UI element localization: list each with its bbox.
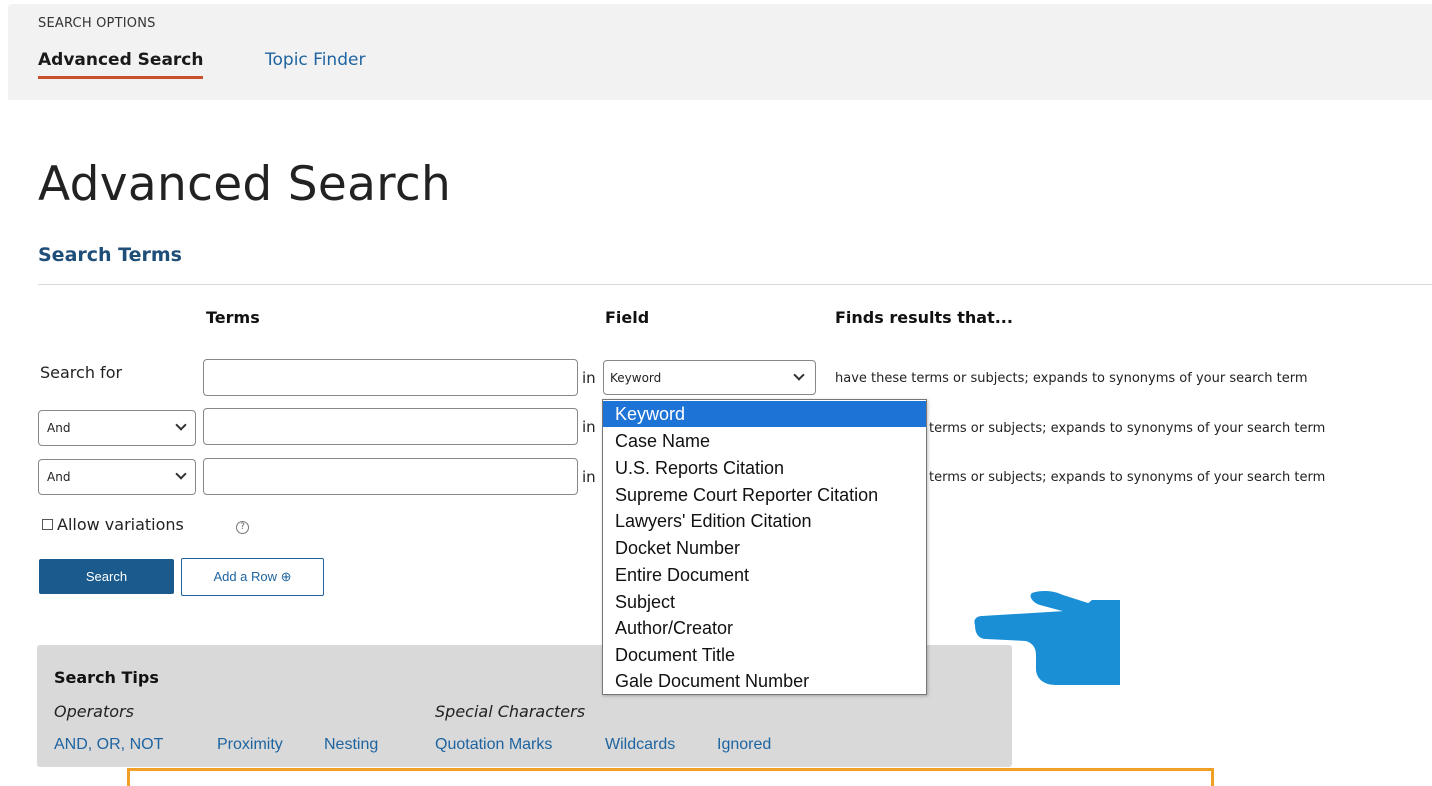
search-options-bar: SEARCH OPTIONS Advanced Search Topic Fin… <box>8 4 1432 100</box>
allow-variations-checkbox[interactable] <box>42 519 53 530</box>
operator-select-3[interactable]: And <box>38 459 196 495</box>
tip-link-and-or-not[interactable]: AND, OR, NOT <box>54 736 163 754</box>
search-options-label: SEARCH OPTIONS <box>38 16 156 31</box>
in-label-1: in <box>582 369 596 387</box>
field-select-1[interactable]: Keyword <box>603 360 816 395</box>
dropdown-option-subject[interactable]: Subject <box>603 589 926 615</box>
search-button[interactable]: Search <box>39 559 174 594</box>
callout-frame <box>127 768 1214 786</box>
tip-link-wildcards[interactable]: Wildcards <box>605 736 675 754</box>
tip-link-nesting[interactable]: Nesting <box>324 736 378 754</box>
finds-description-2: terms or subjects; expands to synonyms o… <box>929 421 1326 436</box>
section-divider <box>38 284 1432 285</box>
operator-select-2[interactable]: And <box>38 410 196 446</box>
field-select-value: Keyword <box>610 371 662 385</box>
dropdown-option-docket-number[interactable]: Docket Number <box>603 535 926 561</box>
dropdown-option-gale-document-number[interactable]: Gale Document Number <box>603 668 926 694</box>
in-label-2: in <box>582 418 596 436</box>
chevron-down-icon <box>175 419 187 431</box>
allow-variations[interactable]: Allow variations <box>42 515 184 534</box>
chevron-down-icon <box>793 369 805 381</box>
tab-advanced-search[interactable]: Advanced Search <box>38 50 204 79</box>
dropdown-option-keyword[interactable]: Keyword <box>603 401 926 427</box>
finds-column-header: Finds results that... <box>835 308 1013 327</box>
add-row-button[interactable]: Add a Row ⊕ <box>181 558 324 596</box>
section-title: Search Terms <box>38 244 182 266</box>
operators-heading: Operators <box>54 702 134 721</box>
search-term-input-3[interactable] <box>203 458 578 495</box>
chevron-down-icon <box>175 468 187 480</box>
special-characters-heading: Special Characters <box>435 702 586 721</box>
pointing-hand-icon <box>974 590 1120 685</box>
tip-link-quotation-marks[interactable]: Quotation Marks <box>435 736 552 754</box>
operator-value: And <box>47 470 71 484</box>
tip-link-proximity[interactable]: Proximity <box>217 736 283 754</box>
dropdown-option-us-reports-citation[interactable]: U.S. Reports Citation <box>603 455 926 481</box>
allow-variations-label: Allow variations <box>57 515 184 534</box>
search-for-label: Search for <box>40 363 123 382</box>
field-column-header: Field <box>605 308 650 327</box>
finds-description-3: terms or subjects; expands to synonyms o… <box>929 470 1326 485</box>
finds-description-1: have these terms or subjects; expands to… <box>835 371 1308 386</box>
question-circle-icon[interactable]: ? <box>236 521 249 534</box>
tab-topic-finder[interactable]: Topic Finder <box>265 50 365 70</box>
dropdown-option-supreme-court-reporter-citation[interactable]: Supreme Court Reporter Citation <box>603 482 926 508</box>
search-term-input-1[interactable] <box>203 359 578 396</box>
dropdown-option-case-name[interactable]: Case Name <box>603 428 926 454</box>
dropdown-option-entire-document[interactable]: Entire Document <box>603 562 926 588</box>
in-label-3: in <box>582 468 596 486</box>
page-title: Advanced Search <box>38 157 452 212</box>
field-dropdown-list: Keyword Case Name U.S. Reports Citation … <box>602 399 927 695</box>
dropdown-option-author-creator[interactable]: Author/Creator <box>603 615 926 641</box>
operator-value: And <box>47 421 71 435</box>
dropdown-option-lawyers-edition-citation[interactable]: Lawyers' Edition Citation <box>603 508 926 534</box>
terms-column-header: Terms <box>206 308 260 327</box>
tip-link-ignored[interactable]: Ignored <box>717 736 771 754</box>
search-tips-title: Search Tips <box>54 668 159 687</box>
dropdown-option-document-title[interactable]: Document Title <box>603 642 926 668</box>
search-term-input-2[interactable] <box>203 408 578 445</box>
